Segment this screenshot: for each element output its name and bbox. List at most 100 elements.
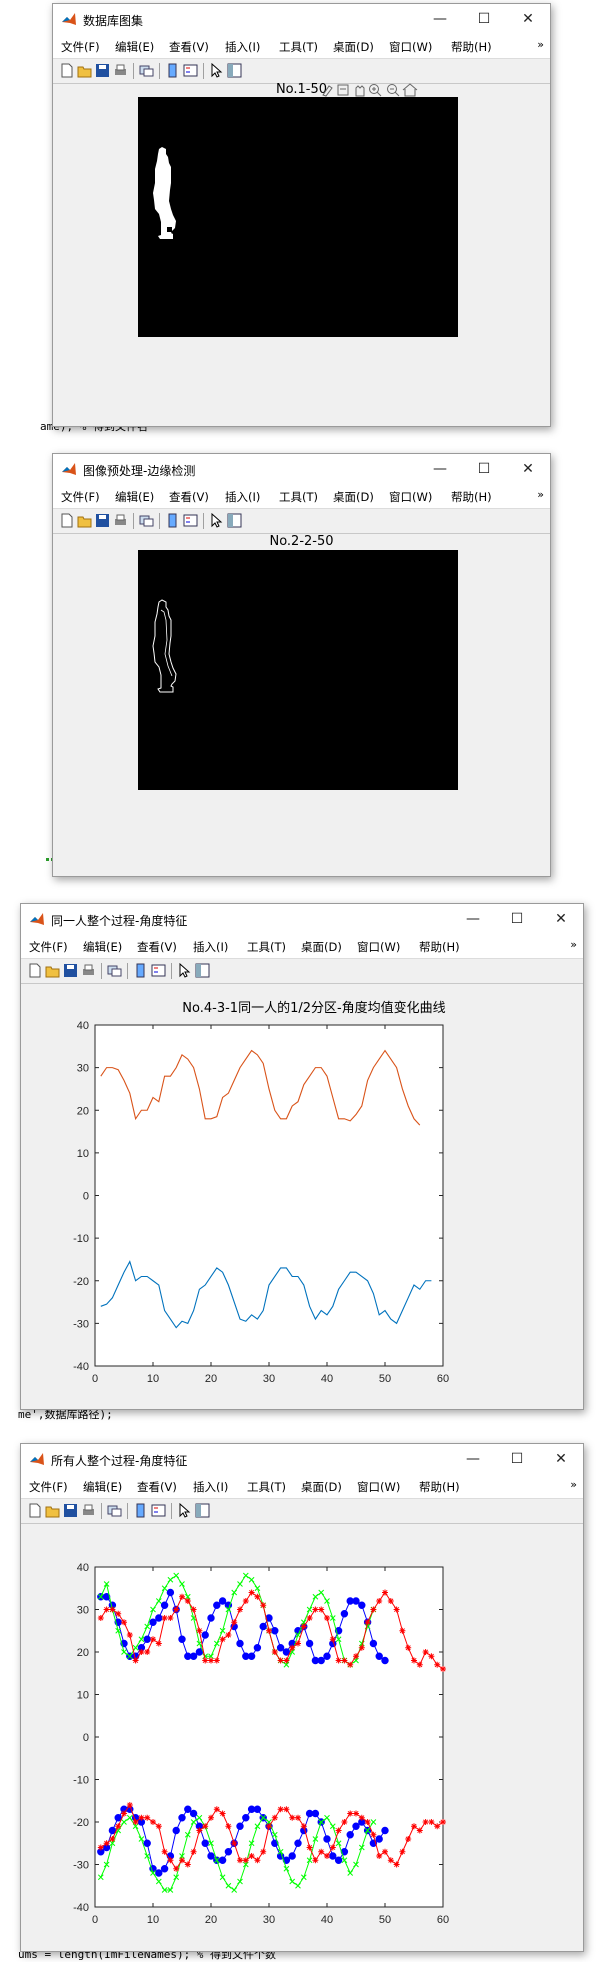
- data-point: [300, 1623, 307, 1630]
- data-point: [184, 1598, 191, 1604]
- data-point: [323, 1652, 331, 1660]
- data-point: [387, 1857, 394, 1864]
- menu-desktop[interactable]: 桌面(D): [333, 39, 374, 55]
- menu-tools[interactable]: 工具(T): [279, 489, 318, 505]
- data-point: [393, 1606, 400, 1613]
- toolbar-separator: [133, 63, 134, 79]
- data-point: [179, 1857, 185, 1864]
- data-point: [103, 1606, 110, 1613]
- data-point: [189, 1652, 198, 1660]
- colorbar-icon[interactable]: [165, 513, 180, 528]
- data-point: [411, 1657, 417, 1664]
- pointer-icon[interactable]: [209, 63, 224, 78]
- legend-icon[interactable]: [183, 513, 198, 528]
- maximize-button[interactable]: ☐: [462, 4, 506, 34]
- data-point: [150, 1636, 156, 1643]
- y-tick-label: 40: [77, 1562, 89, 1574]
- y-tick-label: 20: [77, 1647, 89, 1659]
- minimize-button[interactable]: —: [418, 4, 462, 34]
- data-point: [393, 1861, 400, 1868]
- save-icon[interactable]: [95, 513, 110, 528]
- data-point: [225, 1632, 232, 1638]
- menu-file[interactable]: 文件(F): [61, 39, 100, 55]
- data-point: [161, 1615, 168, 1621]
- data-point: [266, 1627, 272, 1634]
- x-tick-label: 60: [437, 1914, 449, 1926]
- menu-tools[interactable]: 工具(T): [279, 39, 318, 55]
- data-point: [271, 1649, 278, 1655]
- y-tick-label: -40: [73, 1361, 89, 1373]
- colorbar-icon[interactable]: [165, 63, 180, 78]
- data-point: [341, 1819, 348, 1825]
- menu-overflow-icon[interactable]: »: [537, 38, 544, 51]
- menu-desktop[interactable]: 桌面(D): [333, 489, 374, 505]
- menu-insert[interactable]: 插入(I): [225, 39, 260, 55]
- menu-edit[interactable]: 编辑(E): [115, 39, 154, 55]
- zoom-in-icon[interactable]: [369, 84, 382, 97]
- data-point: [381, 1826, 389, 1835]
- data-point: [422, 1819, 429, 1825]
- data-point: [231, 1619, 238, 1626]
- print-icon[interactable]: [113, 63, 128, 78]
- data-point: [155, 1614, 163, 1622]
- toolbar-separator: [159, 513, 160, 529]
- data-point: [347, 1661, 354, 1668]
- zoom-out-icon[interactable]: [387, 84, 400, 97]
- menu-file[interactable]: 文件(F): [61, 489, 100, 505]
- figure-title: No.2-2-50: [269, 534, 334, 549]
- open-folder-icon[interactable]: [77, 63, 92, 78]
- menu-view[interactable]: 查看(V): [169, 489, 209, 505]
- data-point: [416, 1661, 423, 1668]
- link-figure-icon[interactable]: [139, 513, 154, 528]
- x-tick-label: 20: [205, 1373, 217, 1385]
- x-tick-label: 10: [147, 1373, 159, 1385]
- title-bar: 图像预处理-边缘检测 — ☐ ✕: [53, 454, 550, 484]
- menu-help[interactable]: 帮助(H): [451, 39, 492, 55]
- menu-help[interactable]: 帮助(H): [451, 489, 492, 505]
- data-point: [178, 1814, 186, 1822]
- data-point: [138, 1814, 145, 1821]
- data-point: [340, 1610, 349, 1618]
- x-tick-label: 30: [263, 1914, 275, 1926]
- data-point: [411, 1823, 417, 1830]
- data-point: [440, 1819, 446, 1825]
- close-button[interactable]: ✕: [506, 4, 550, 34]
- menu-edit[interactable]: 编辑(E): [115, 489, 154, 505]
- pan-icon[interactable]: [355, 85, 365, 97]
- link-figure-icon[interactable]: [139, 63, 154, 78]
- pointer-icon[interactable]: [209, 513, 224, 528]
- print-icon[interactable]: [113, 513, 128, 528]
- data-point: [150, 1819, 156, 1825]
- open-folder-icon[interactable]: [77, 513, 92, 528]
- home-icon[interactable]: [402, 83, 418, 97]
- property-editor-icon[interactable]: [227, 513, 242, 528]
- data-point: [254, 1593, 261, 1600]
- brush-icon[interactable]: [322, 85, 333, 97]
- menu-insert[interactable]: 插入(I): [225, 489, 260, 505]
- data-point: [178, 1635, 186, 1643]
- data-point: [218, 1856, 227, 1864]
- data-point: [440, 1666, 446, 1672]
- data-point: [138, 1649, 145, 1655]
- data-point: [434, 1661, 441, 1668]
- minimize-button[interactable]: —: [418, 454, 462, 484]
- maximize-button[interactable]: ☐: [462, 454, 506, 484]
- menu-window[interactable]: 窗口(W): [389, 39, 432, 55]
- legend-icon[interactable]: [183, 63, 198, 78]
- new-figure-icon[interactable]: [59, 63, 74, 78]
- menu-view[interactable]: 查看(V): [169, 39, 209, 55]
- menu-window[interactable]: 窗口(W): [389, 489, 432, 505]
- datatip-icon[interactable]: [337, 84, 349, 96]
- data-point: [172, 1826, 180, 1835]
- data-point: [253, 1805, 262, 1813]
- menu-overflow-icon[interactable]: »: [537, 488, 544, 501]
- data-point: [213, 1806, 220, 1813]
- close-button[interactable]: ✕: [506, 454, 550, 484]
- data-point: [195, 1648, 204, 1656]
- save-icon[interactable]: [95, 63, 110, 78]
- y-tick-label: -30: [73, 1318, 89, 1330]
- property-editor-icon[interactable]: [227, 63, 242, 78]
- toolbar-separator: [203, 63, 204, 79]
- new-figure-icon[interactable]: [59, 513, 74, 528]
- data-point: [160, 1865, 169, 1873]
